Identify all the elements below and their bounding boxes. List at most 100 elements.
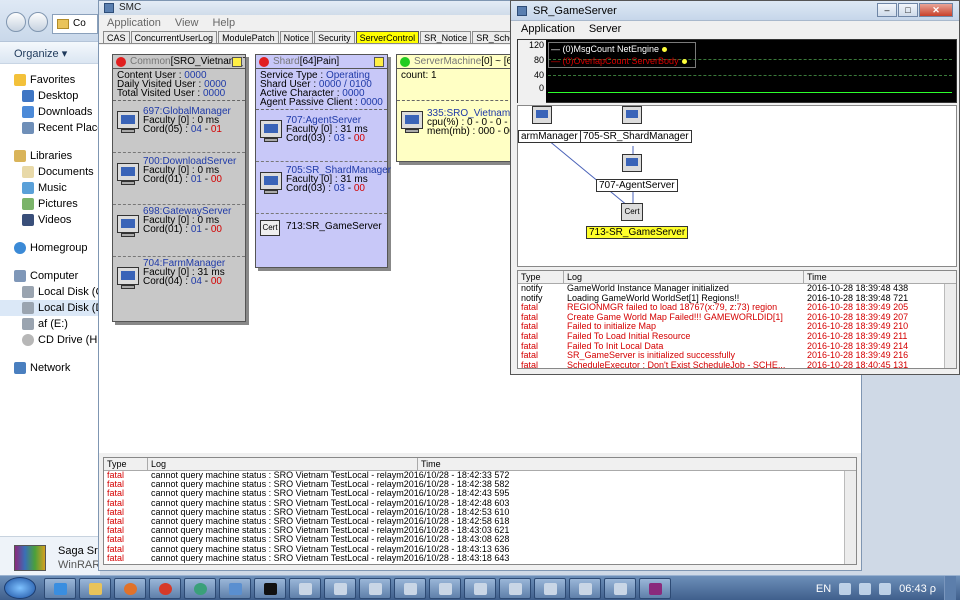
nav-favorites[interactable]: Favorites [0,72,99,88]
server-node-download-server[interactable]: 700:DownloadServer Faculty [0] : 0 ms Co… [113,153,245,205]
taskbar-window-icon[interactable] [324,578,356,599]
topology-node-game[interactable]: 713-SR_GameServer [586,226,689,239]
taskbar-app-icon[interactable] [219,578,251,599]
tab-module-patch[interactable]: ModulePatch [218,31,279,43]
taskbar-app-icon[interactable] [184,578,216,599]
col-time[interactable]: Time [418,458,846,470]
taskbar-window-icon[interactable] [569,578,601,599]
farm-manager-monitor-icon[interactable] [532,106,552,124]
taskbar-window-icon[interactable] [394,578,426,599]
taskbar-window-icon[interactable] [464,578,496,599]
nav-network[interactable]: Network [0,360,99,376]
forward-button[interactable] [28,12,48,32]
col-time[interactable]: Time [804,271,944,283]
server-node-game-server[interactable]: Cert 713:SR_GameServer [256,214,387,254]
taskbar-cmd-icon[interactable] [254,578,286,599]
log-scrollbar[interactable] [844,471,856,564]
log-row[interactable]: fatal cannot query machine status : SRO V… [104,480,856,489]
log-row[interactable]: fatal cannot query machine status : SRO V… [104,517,856,526]
tray-volume-icon[interactable] [879,582,892,595]
taskbar-ie-icon[interactable] [44,578,76,599]
log-row[interactable]: fatal cannot query machine status : SRO V… [104,489,856,498]
nav-videos[interactable]: Videos [0,212,99,228]
server-node-farm-manager[interactable]: 704:FarmManager Faculty [0] : 31 ms Cord… [113,257,245,309]
tab-concurrent-user-log[interactable]: ConcurrentUserLog [130,31,218,43]
log-row[interactable]: fatal Failed to initialize Map 2016-10-28 … [518,322,956,332]
address-bar[interactable]: Co [52,14,98,34]
taskbar-window-icon[interactable] [499,578,531,599]
tab-security[interactable]: Security [314,31,355,43]
taskbar-window-icon[interactable] [429,578,461,599]
col-log[interactable]: Log [564,271,804,283]
nav-drive-h[interactable]: CD Drive (H:) [0,332,104,348]
log-row[interactable]: fatal cannot query machine status : SRO V… [104,545,856,554]
nav-desktop[interactable]: Desktop [0,88,99,104]
log-row[interactable]: notify Loading GameWorld WorldSet[1] Regi… [518,294,956,304]
start-button[interactable] [4,577,36,599]
smc-log-list[interactable]: Type Log Time fatal cannot query machine … [103,457,857,565]
show-desktop-button[interactable] [944,576,956,600]
server-node-global-manager[interactable]: 697:GlobalManager Faculty [0] : 0 ms Cor… [113,101,245,153]
server-node-agent-server[interactable]: 707:AgentServer Faculty [0] : 31 ms Cord… [256,110,387,162]
tab-server-control[interactable]: ServerControl [355,31,420,43]
tray-network-icon[interactable] [859,582,872,595]
taskbar-firefox-icon[interactable] [114,578,146,599]
log-row[interactable]: fatal Failed To Init Local Data 2016-10-28… [518,342,956,352]
col-type[interactable]: Type [518,271,564,283]
log-row[interactable]: fatal REGIONMGR failed to load 18767(x:79… [518,303,956,313]
panel-toggle-icon[interactable] [374,57,384,67]
log-row[interactable]: fatal cannot query machine status : SRO V… [104,508,856,517]
server-node-shard-manager[interactable]: 705:SR_ShardManager Faculty [0] : 31 ms … [256,162,391,214]
topology-node-agent[interactable]: 707-AgentServer [596,179,678,192]
topology-node-shard[interactable]: 705-SR_ShardManager [580,130,692,143]
shard-panel[interactable]: Shard[64]Pain] Service Type : Operating … [255,54,391,268]
tab-sr-notice[interactable]: SR_Notice [420,31,472,43]
back-button[interactable] [6,12,26,32]
nav-recent-places[interactable]: Recent Places [0,120,109,136]
tab-cas[interactable]: CAS [103,31,130,43]
log-row[interactable]: fatal cannot query machine status : SRO V… [104,526,856,535]
taskbar-winrar-icon[interactable] [639,578,671,599]
agent-server-monitor-icon[interactable] [622,154,642,172]
log-row[interactable]: fatal Create Game World Map Failed!!! GAM… [518,313,956,323]
taskbar-window-icon[interactable] [534,578,566,599]
menu-application[interactable]: Application [107,15,161,31]
taskbar-window-icon[interactable] [359,578,391,599]
log-row[interactable]: fatal cannot query machine status : SRO V… [104,554,856,563]
taskbar-window-icon[interactable] [289,578,321,599]
server-node-gateway-server[interactable]: 698:GatewayServer Faculty [0] : 0 ms Cor… [113,205,245,257]
minimize-button[interactable]: – [877,3,897,17]
log-row[interactable]: fatal cannot query machine status : SRO V… [104,535,856,544]
log-row[interactable]: notify GameWorld Instance Manager initial… [518,284,956,294]
taskbar-window-icon[interactable] [604,578,636,599]
language-indicator[interactable]: EN [816,583,831,595]
log-row[interactable]: fatal cannot query machine status : SRO V… [104,471,856,480]
nav-music[interactable]: Music [0,180,99,196]
log-row[interactable]: fatal ScheduleExecutor : Don't Exist Sche… [518,361,956,368]
nav-documents[interactable]: Documents [0,164,99,180]
maximize-button[interactable]: □ [898,3,918,17]
tray-arrow-icon[interactable] [839,582,852,595]
nav-downloads[interactable]: Downloads [0,104,99,120]
common-panel[interactable]: Common[SRO_Vietnam_Test Content User : 0… [112,54,246,322]
menu-application[interactable]: Application [521,21,575,37]
nav-drive-d[interactable]: Local Disk (D:) [0,300,110,316]
taskbar-chrome-icon[interactable] [149,578,181,599]
col-log[interactable]: Log [148,458,418,470]
nav-pictures[interactable]: Pictures [0,196,99,212]
server-machine-panel[interactable]: ServerMachine[0] ~ [6 count: 1 335:SRO_V… [396,54,526,162]
log-row[interactable]: fatal cannot query machine status : SRO V… [104,499,856,508]
shard-manager-monitor-icon[interactable] [622,106,642,124]
log-row[interactable]: fatal SR_GameServer is initialized succes… [518,351,956,361]
taskbar-explorer-icon[interactable] [79,578,111,599]
gameserver-titlebar[interactable]: SR_GameServer – □ ✕ [511,1,959,21]
col-type[interactable]: Type [104,458,148,470]
nav-drive-e[interactable]: af (E:) [0,316,99,332]
nav-homegroup[interactable]: Homegroup [0,240,99,256]
machine-node[interactable]: 335:SRO_Vietnam_Te cpu(%) : 0 - 0 - 0 - … [397,101,526,145]
nav-libraries[interactable]: Libraries [0,148,99,164]
menu-view[interactable]: View [175,15,199,31]
log-scrollbar[interactable] [944,284,956,368]
topology-node-farm[interactable]: armManager [518,130,581,143]
log-row[interactable]: fatal Failed To Load Initial Resource 2016… [518,332,956,342]
